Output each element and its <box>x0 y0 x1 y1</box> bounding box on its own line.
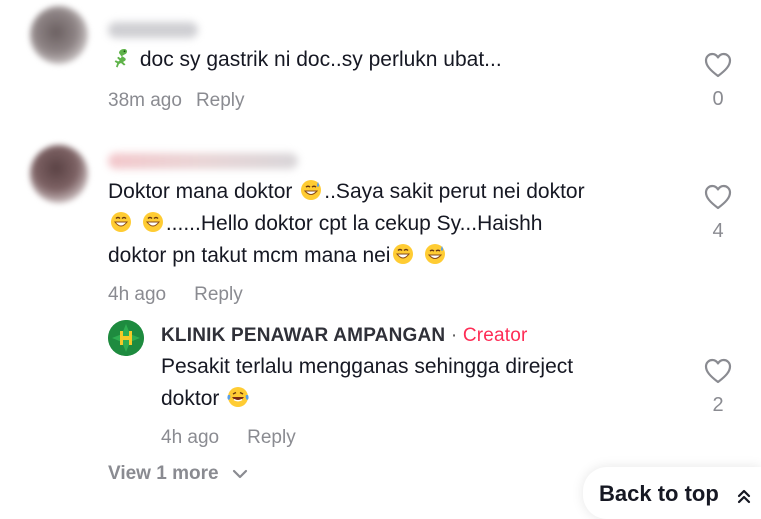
like-button[interactable]: 0 <box>698 52 738 111</box>
username-blurred[interactable] <box>108 22 198 38</box>
laugh-tears-emoji-icon <box>227 387 249 407</box>
creator-badge: Creator <box>462 325 528 346</box>
clinic-logo-icon <box>108 320 144 356</box>
heart-icon <box>704 358 732 384</box>
grin-emoji-icon <box>111 212 131 232</box>
reply-button[interactable]: Reply <box>196 90 245 111</box>
like-button[interactable]: 4 <box>698 184 738 243</box>
comment-text-content: doc sy gastrik ni doc..sy perlukn ubat..… <box>139 48 502 71</box>
like-count: 4 <box>712 220 724 242</box>
avatar[interactable] <box>30 6 88 64</box>
like-button[interactable]: 2 <box>698 358 738 417</box>
comment-line-2: ......Hello doktor cpt la cekup Sy...Hai… <box>108 208 688 240</box>
heart-icon <box>704 52 732 78</box>
back-to-top-label: Back to top <box>599 481 719 506</box>
comment-meta: 4h ago Reply <box>108 284 243 306</box>
reply-button[interactable]: Reply <box>194 284 243 305</box>
like-count: 2 <box>712 394 724 416</box>
chevron-down-icon <box>232 469 247 479</box>
timestamp: 4h ago <box>161 427 220 448</box>
view-more-label: View 1 more <box>108 463 219 484</box>
comment-text: doc sy gastrik ni doc..sy perlukn ubat..… <box>108 44 502 76</box>
reply-meta: 4h ago Reply <box>161 427 296 449</box>
avatar[interactable] <box>30 145 88 203</box>
grin-sweat-emoji-icon <box>425 244 446 264</box>
timestamp: 4h ago <box>108 284 167 305</box>
like-count: 0 <box>712 88 724 110</box>
view-more-replies-button[interactable]: View 1 more <box>108 463 248 485</box>
comment-meta: 38m ago Reply <box>108 90 245 112</box>
double-chevron-up-icon <box>737 489 751 504</box>
reply-line-1: Pesakit terlalu mengganas sehingga direj… <box>161 355 574 378</box>
grin-emoji-icon <box>393 244 414 264</box>
creator-avatar[interactable] <box>108 320 144 356</box>
reply-button[interactable]: Reply <box>247 427 296 448</box>
username-blurred[interactable] <box>108 153 298 169</box>
comment-line-3: doktor pn takut mcm mana nei <box>108 240 688 272</box>
timestamp: 38m ago <box>108 90 182 111</box>
back-to-top-button[interactable]: Back to top <box>583 467 761 519</box>
reply-line-2: doktor <box>161 383 573 415</box>
separator: · <box>450 325 458 346</box>
lizard-emoji-icon <box>114 49 127 68</box>
heart-icon <box>704 184 732 210</box>
author-name[interactable]: KLINIK PENAWAR AMPANGAN <box>161 325 445 346</box>
reply-text: Pesakit terlalu mengganas sehingga direj… <box>161 351 573 415</box>
grin-emoji-icon <box>142 212 163 232</box>
comment-text: Doktor mana doktor ..Saya sakit perut ne… <box>108 176 688 272</box>
comment-line-1: Doktor mana doktor ..Saya sakit perut ne… <box>108 180 585 203</box>
grin-sweat-emoji-icon <box>301 180 322 200</box>
creator-author-line: KLINIK PENAWAR AMPANGAN · Creator <box>161 325 528 347</box>
